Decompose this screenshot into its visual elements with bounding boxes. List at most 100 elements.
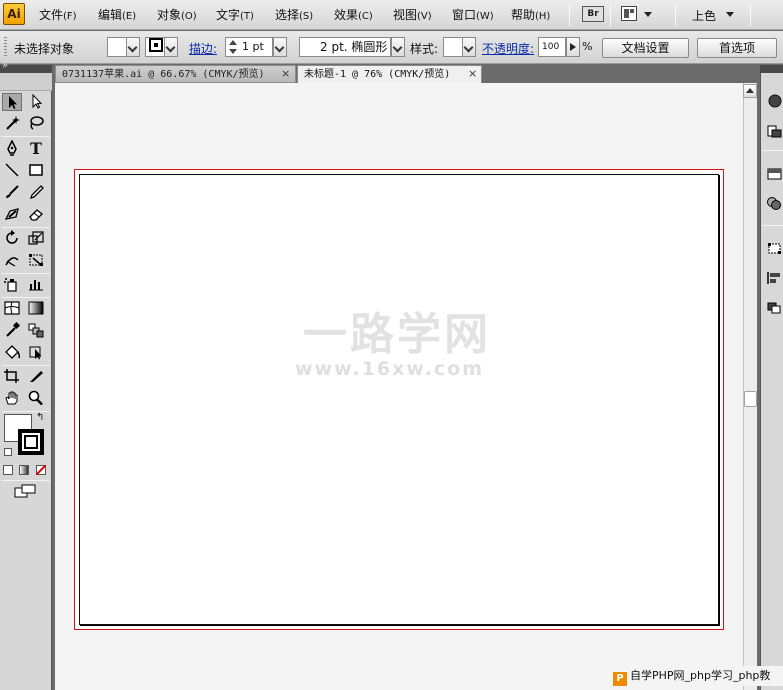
mesh-tool[interactable] [2, 300, 22, 318]
selection-tool[interactable] [2, 93, 22, 111]
screen-mode-glyph [14, 484, 36, 498]
opacity-slider-button[interactable] [566, 37, 580, 57]
line-segment-tool[interactable] [2, 162, 22, 180]
magic-wand-tool[interactable] [2, 115, 22, 133]
close-icon[interactable]: × [468, 65, 477, 82]
color-mode-icon[interactable] [3, 465, 13, 475]
gradient-mode-icon[interactable] [19, 465, 29, 475]
tools-panel-grip[interactable] [0, 73, 52, 91]
warp-tool[interactable] [2, 252, 22, 270]
color-panel-icon[interactable] [766, 94, 782, 108]
document-tab-untitled[interactable]: 未标题-1 @ 76% (CMYK/预览) [297, 65, 482, 83]
vertical-scrollbar[interactable] [743, 83, 757, 690]
stroke-weight-dropdown[interactable] [273, 37, 287, 57]
swap-fill-stroke-icon[interactable]: ↰ [36, 412, 44, 423]
color-circle-icon [768, 94, 782, 108]
arrange-dropdown-icon[interactable] [644, 12, 652, 17]
swatches-icon [767, 125, 782, 138]
live-paint-bucket-tool[interactable] [2, 344, 22, 362]
menu-file[interactable]: 文件(F) [39, 6, 77, 23]
opacity-field[interactable]: 100 [538, 37, 566, 57]
direct-selection-tool[interactable] [26, 93, 46, 111]
document-tab-apple[interactable]: 0731137苹果.ai @ 66.67% (CMYK/预览) [55, 65, 296, 83]
menu-edit[interactable]: 编辑(E) [98, 6, 136, 23]
stroke-swatch-square [149, 38, 163, 52]
app-logo[interactable]: Ai [3, 3, 25, 25]
graphic-style-dropdown[interactable] [462, 37, 476, 57]
eraser-icon [29, 209, 43, 221]
eyedropper-tool[interactable] [2, 321, 22, 340]
scroll-thumb[interactable] [744, 391, 757, 407]
lasso-tool[interactable] [26, 115, 46, 133]
panel-dock-collapse[interactable] [760, 65, 783, 73]
crop-area-tool[interactable] [2, 368, 22, 386]
menu-select[interactable]: 选择(S) [275, 6, 313, 23]
rectangle-tool[interactable] [26, 162, 46, 180]
brush-dropdown[interactable] [391, 37, 405, 57]
screen-mode-icon[interactable] [14, 484, 36, 498]
chevron-down-icon [392, 42, 403, 53]
menu-separator [569, 4, 570, 26]
align-panel-icon[interactable] [766, 271, 782, 285]
eraser-tool[interactable] [26, 206, 46, 224]
preferences-button[interactable]: 首选项 [697, 38, 777, 58]
brush-definition-field[interactable]: 2 pt. 椭圆形 [299, 37, 391, 57]
arrange-documents-icon[interactable] [621, 6, 637, 21]
hand-tool[interactable] [2, 390, 22, 408]
document-tab-strip: 0731137苹果.ai @ 66.67% (CMYK/预览) × 未标题-1 … [55, 65, 757, 83]
stroke-panel-icon[interactable] [766, 167, 782, 181]
menu-effect[interactable]: 效果(C) [334, 6, 373, 23]
pathfinder-panel-icon[interactable] [766, 301, 782, 315]
menu-help[interactable]: 帮助(H) [511, 6, 550, 23]
footer-text: 自学PHP网_php学习_php教 [630, 669, 771, 682]
paintbrush-tool[interactable] [2, 184, 22, 202]
swatches-panel-icon[interactable] [766, 124, 782, 138]
menu-window[interactable]: 窗口(W) [452, 6, 494, 23]
type-tool[interactable]: T [26, 140, 46, 158]
menu-type[interactable]: 文字(T) [216, 6, 254, 23]
fill-dropdown[interactable] [126, 37, 140, 57]
scale-tool[interactable] [26, 230, 46, 248]
symbol-sprayer-tool[interactable] [2, 276, 22, 294]
graphic-style-swatch[interactable] [443, 37, 463, 57]
document-setup-button[interactable]: 文档设置 [602, 38, 689, 58]
stroke-color-dropdown[interactable] [164, 37, 178, 57]
workspace-dropdown-icon[interactable] [726, 12, 734, 17]
blob-brush-tool[interactable] [2, 206, 22, 224]
rotate-tool[interactable] [2, 230, 22, 248]
appearance-panel-icon[interactable] [766, 196, 782, 210]
bridge-button[interactable]: Br [582, 6, 604, 22]
zoom-tool[interactable] [26, 390, 46, 408]
workspace-switcher[interactable]: 上色 [692, 7, 716, 24]
fill-color-swatch[interactable] [107, 37, 127, 57]
slice-tool[interactable] [26, 368, 46, 386]
hand-icon [5, 391, 18, 405]
stroke-panel-link[interactable]: 描边: [189, 40, 217, 57]
default-fill-stroke-icon[interactable] [4, 448, 12, 456]
artboard[interactable] [79, 174, 719, 625]
paint-bucket-icon [5, 345, 21, 359]
column-graph-tool[interactable] [26, 276, 46, 294]
pen-tool[interactable] [2, 139, 22, 158]
control-bar-grip[interactable] [4, 37, 7, 57]
blend-tool[interactable] [26, 322, 46, 340]
opacity-panel-link[interactable]: 不透明度: [482, 40, 534, 57]
menu-view[interactable]: 视图(V) [393, 6, 432, 23]
gradient-tool[interactable] [26, 300, 46, 318]
transform-panel-icon[interactable] [766, 241, 782, 255]
tools-panel-collapse[interactable] [0, 60, 52, 73]
menu-object[interactable]: 对象(O) [157, 6, 197, 23]
chevron-down-icon [127, 42, 138, 53]
chevron-down-icon [274, 42, 285, 53]
pencil-tool[interactable] [26, 184, 46, 202]
stroke-swatch[interactable] [18, 429, 44, 455]
chevron-down-icon [463, 42, 474, 53]
scroll-up-button[interactable] [743, 84, 757, 98]
close-icon[interactable]: × [281, 65, 290, 82]
free-transform-tool[interactable] [26, 252, 46, 270]
stroke-weight-spinner[interactable] [227, 40, 239, 54]
none-mode-icon[interactable] [36, 465, 46, 475]
menu-separator [750, 4, 751, 26]
live-paint-selection-tool[interactable] [26, 344, 46, 362]
eyedropper-icon [6, 321, 21, 337]
